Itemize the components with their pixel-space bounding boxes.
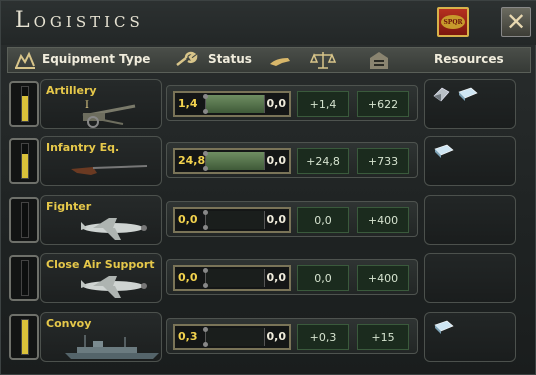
resources-card <box>424 79 516 129</box>
used-value: 0,0 <box>266 154 287 167</box>
supply-hand-icon <box>270 58 290 66</box>
delta-value: 0,0 <box>297 265 349 291</box>
stockpile-gauge <box>9 255 39 301</box>
equipment-name: Convoy <box>46 317 92 330</box>
resources-card <box>424 312 516 362</box>
slider-track[interactable] <box>203 94 265 114</box>
equipment-card[interactable]: Fighter <box>40 195 162 245</box>
used-value: 0,0 <box>266 97 287 110</box>
country-flag-button[interactable]: SPQR <box>437 7 469 37</box>
status-panel: 0,0 0,0 0,0 +400 <box>166 259 418 295</box>
close-button[interactable]: ✕ <box>501 7 531 37</box>
stockpile-gauge <box>9 138 39 184</box>
equipment-card[interactable]: Convoy <box>40 312 162 362</box>
equipment-card[interactable]: Infantry Eq. <box>40 136 162 186</box>
equipment-row-artillery[interactable]: Artillery I 1,4 0,0 +1,4 +622 <box>7 79 531 129</box>
produced-value: 24,8 <box>178 154 206 167</box>
stockpile-gauge <box>9 197 39 243</box>
logistics-window: Logistics SPQR ✕ Equipment Type Status R… <box>0 0 536 375</box>
equipment-name: Fighter <box>46 200 92 213</box>
used-value: 0,0 <box>266 213 287 226</box>
delta-value: +24,8 <box>297 148 349 174</box>
produced-value: 0,0 <box>178 271 198 284</box>
production-slider[interactable]: 0,3 0,0 <box>173 324 291 350</box>
status-header[interactable]: Status <box>208 52 252 66</box>
status-panel: 1,4 0,0 +1,4 +622 <box>166 85 418 121</box>
equipment-row-infantry[interactable]: Infantry Eq. 24,8 0,0 +24,8 +733 <box>7 136 531 186</box>
production-slider[interactable]: 24,8 0,0 <box>173 148 291 174</box>
close-icon: ✕ <box>505 8 527 36</box>
scales-icon <box>310 52 336 69</box>
window-title: Logistics <box>15 8 144 33</box>
equipment-name: Artillery <box>46 84 97 97</box>
equipment-card[interactable]: Artillery I <box>40 79 162 129</box>
equipment-name: Infantry Eq. <box>46 141 120 154</box>
resources-card <box>424 195 516 245</box>
stockpile-fill <box>22 95 28 121</box>
slider-track[interactable] <box>203 268 265 288</box>
production-slider[interactable]: 0,0 0,0 <box>173 207 291 233</box>
artillery-gun-icon <box>82 104 136 128</box>
column-header: Equipment Type Status Resources <box>7 47 531 73</box>
stock-total-value: +400 <box>357 265 409 291</box>
steel-icon <box>434 144 454 158</box>
production-slider[interactable]: 1,4 0,0 <box>173 91 291 117</box>
title-bar: Logistics SPQR ✕ <box>1 1 536 45</box>
stockpile-fill <box>22 153 28 178</box>
steel-icon <box>434 320 454 334</box>
resources-header[interactable]: Resources <box>434 52 504 66</box>
rifle-icon <box>71 165 148 175</box>
delta-value: +1,4 <box>297 91 349 117</box>
slider-track[interactable] <box>203 151 265 171</box>
resources-card <box>424 253 516 303</box>
used-value: 0,0 <box>266 271 287 284</box>
stock-total-value: +622 <box>357 91 409 117</box>
stock-total-value: +15 <box>357 324 409 350</box>
used-value: 0,0 <box>266 330 287 343</box>
equipment-type-header[interactable]: Equipment Type <box>42 52 150 66</box>
stock-total-value: +733 <box>357 148 409 174</box>
slider-track[interactable] <box>203 210 265 230</box>
status-panel: 0,3 0,0 +0,3 +15 <box>166 318 418 354</box>
equipment-row-close-air-support[interactable]: Close Air Support 0,0 0,0 0,0 +400 <box>7 253 531 303</box>
ship-icon <box>65 335 159 359</box>
logistics-chart-icon <box>15 51 35 69</box>
delta-value: +0,3 <box>297 324 349 350</box>
resources-card <box>424 136 516 186</box>
stock-total-value: +400 <box>357 207 409 233</box>
stockpile-gauge <box>9 81 39 127</box>
status-panel: 24,8 0,0 +24,8 +733 <box>166 142 418 178</box>
equipment-row-fighter[interactable]: Fighter 0,0 0,0 0,0 +400 <box>7 195 531 245</box>
depot-icon <box>370 52 388 69</box>
produced-value: 0,3 <box>178 330 198 343</box>
delta-value: 0,0 <box>297 207 349 233</box>
aluminium-icon <box>458 87 478 101</box>
equipment-row-convoy[interactable]: Convoy 0,3 0,0 +0,3 +15 <box>7 312 531 362</box>
production-slider[interactable]: 0,0 0,0 <box>173 265 291 291</box>
cas-plane-icon <box>81 276 147 298</box>
equipment-card[interactable]: Close Air Support <box>40 253 162 303</box>
steel-icon <box>433 87 450 102</box>
equipment-name: Close Air Support <box>46 258 155 271</box>
stockpile-gauge <box>9 314 39 360</box>
slider-track[interactable] <box>203 327 265 347</box>
status-panel: 0,0 0,0 0,0 +400 <box>166 201 418 237</box>
fighter-plane-icon <box>81 218 147 240</box>
wrench-icon <box>176 51 198 66</box>
produced-value: 1,4 <box>178 97 198 110</box>
spqr-seal-icon: SPQR <box>441 15 465 29</box>
stockpile-fill <box>22 320 28 354</box>
produced-value: 0,0 <box>178 213 198 226</box>
